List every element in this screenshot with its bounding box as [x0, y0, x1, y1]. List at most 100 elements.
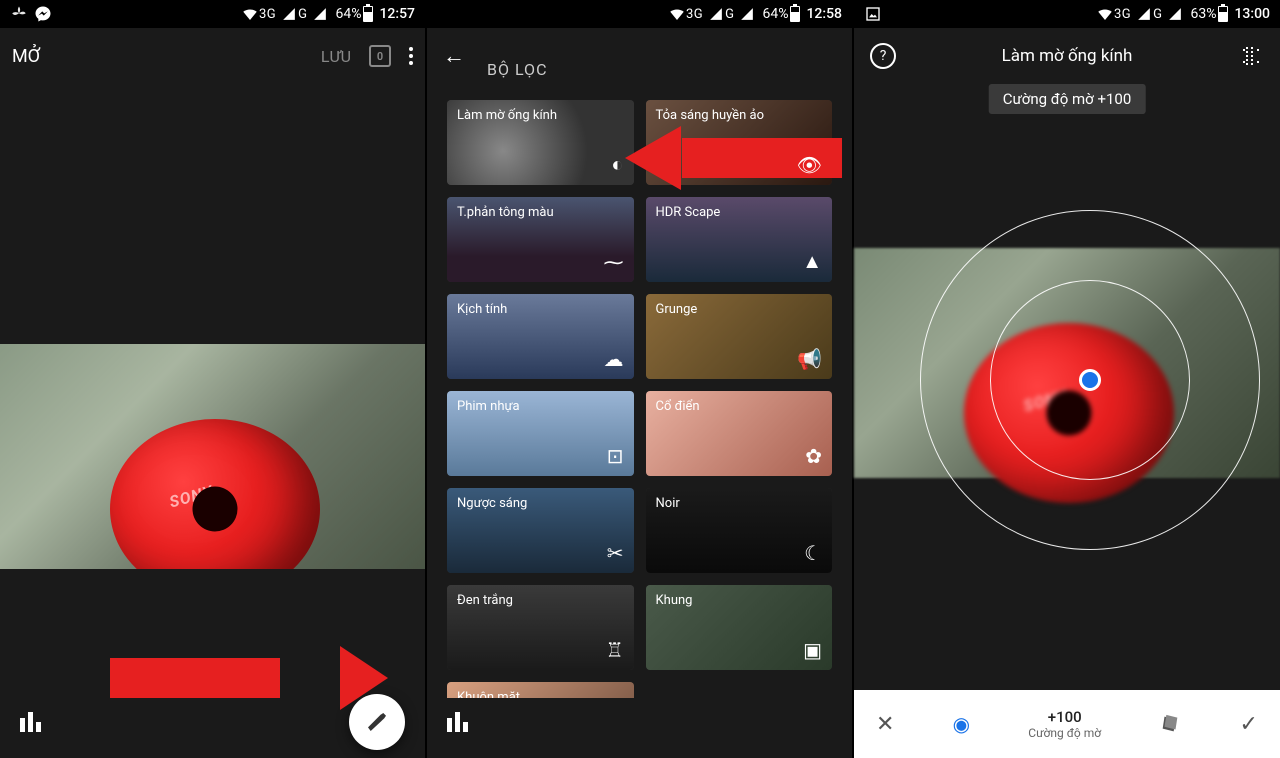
wifi-icon	[241, 5, 259, 23]
filters-heading: BỘ LỌC	[487, 60, 547, 79]
clock: 12:57	[379, 6, 415, 22]
value-label: Cường độ mờ	[1028, 726, 1101, 740]
status-bar: 3G G 64% 12:57	[0, 0, 425, 28]
wifi-icon	[668, 5, 686, 23]
battery-indicator: 64%	[762, 6, 800, 22]
filter-grainy-film[interactable]: Phim nhựa ⊡	[447, 391, 634, 476]
clock: 13:00	[1234, 6, 1270, 22]
filter-black-white[interactable]: Đen trắng ♖	[447, 585, 634, 670]
filter-label: Khung	[656, 593, 693, 608]
filter-glamour-glow[interactable]: Tỏa sáng huyền ảo 👁	[646, 100, 833, 185]
status-bar: 3G G 63% 13:00	[854, 0, 1280, 28]
filter-label: Phim nhựa	[457, 399, 520, 414]
value-display[interactable]: +100 Cường độ mờ	[1028, 708, 1101, 740]
editor-header: ? Làm mờ ống kính	[854, 28, 1280, 84]
signal-icon	[738, 5, 756, 23]
signal-icon	[280, 5, 298, 23]
filter-noir[interactable]: Noir ☾	[646, 488, 833, 573]
help-icon[interactable]: ?	[870, 43, 896, 69]
wifi-icon	[1096, 5, 1114, 23]
style-icon[interactable]	[1159, 713, 1181, 735]
edits-count-badge[interactable]: 0	[369, 45, 391, 67]
intensity-chip: Cường độ mờ +100	[989, 84, 1146, 114]
filter-tonal-contrast[interactable]: T.phản tông màu ⁓	[447, 197, 634, 282]
edit-fab[interactable]	[349, 694, 405, 750]
back-arrow-icon[interactable]: ←	[443, 43, 465, 69]
messenger-icon	[34, 5, 52, 23]
filter-label: T.phản tông màu	[457, 205, 554, 220]
network-g: G	[298, 7, 307, 22]
apply-button[interactable]: ✓	[1240, 712, 1258, 737]
eye-icon: 👁	[797, 153, 822, 177]
pencil-icon	[368, 713, 386, 731]
filter-grunge[interactable]: Grunge 📢	[646, 294, 833, 379]
signal-icon	[1135, 5, 1153, 23]
network-3g: 3G	[1114, 7, 1131, 22]
photo-preview: SONY	[0, 344, 425, 569]
mountain-icon: ▲	[802, 249, 822, 274]
filter-label: Làm mờ ống kính	[457, 108, 557, 123]
filter-lens-blur[interactable]: Làm mờ ống kính ◐	[447, 100, 634, 185]
pulse-icon: ⁓	[604, 250, 624, 274]
signal-icon	[311, 5, 329, 23]
blur-shape-icon[interactable]: ◉	[953, 712, 970, 736]
blur-center-handle[interactable]	[1079, 369, 1101, 391]
aperture-icon: ◐	[611, 152, 623, 177]
filter-hdr-scape[interactable]: HDR Scape ▲	[646, 197, 833, 282]
filter-label: Noir	[656, 496, 680, 511]
bottom-toolbar	[0, 686, 425, 758]
battery-percent: 64%	[335, 6, 361, 22]
megaphone-icon: 📢	[797, 347, 822, 371]
pinwheel-icon	[10, 5, 28, 23]
filter-label: Ngược sáng	[457, 496, 527, 511]
filter-label: Cổ điển	[656, 399, 700, 414]
signal-icon	[1166, 5, 1184, 23]
filter-label: Đen trắng	[457, 593, 513, 608]
filter-label: Grunge	[656, 302, 698, 317]
battery-percent: 64%	[762, 6, 788, 22]
battery-indicator: 63%	[1190, 6, 1228, 22]
network-3g: 3G	[686, 7, 703, 22]
picture-icon	[864, 5, 882, 23]
screen-filters: 3G G 64% 12:58 ← BỘ LỌC Làm mờ ống kính ◐…	[427, 0, 854, 758]
blur-control-overlay[interactable]	[920, 210, 1260, 550]
scissors-icon: ✂	[607, 541, 624, 565]
filter-drama[interactable]: Kịch tính ☁	[447, 294, 634, 379]
editor-title: Làm mờ ống kính	[1002, 46, 1133, 66]
histogram-icon[interactable]	[447, 712, 468, 732]
compare-icon[interactable]	[1240, 44, 1264, 68]
network-g: G	[725, 7, 734, 22]
filter-label: HDR Scape	[656, 205, 721, 220]
filter-retrolux[interactable]: Cổ điển ✿	[646, 391, 833, 476]
save-button[interactable]: LƯU	[321, 47, 351, 66]
film-icon: ⊡	[607, 444, 624, 468]
histogram-icon[interactable]	[20, 712, 41, 732]
open-button[interactable]: MỞ	[12, 46, 40, 67]
filter-label: Tỏa sáng huyền ảo	[656, 108, 765, 123]
filter-label: Khuôn mặt	[457, 690, 520, 698]
app-toolbar: MỞ LƯU 0	[0, 28, 425, 84]
filter-grid: Làm mờ ống kính ◐ Tỏa sáng huyền ảo 👁 T.ph…	[447, 100, 832, 698]
eiffel-icon: ♖	[606, 638, 624, 662]
battery-percent: 63%	[1190, 6, 1216, 22]
editor-bottom-bar: ✕ ◉ +100 Cường độ mờ ✓	[854, 690, 1280, 758]
battery-indicator: 64%	[335, 6, 373, 22]
flower-icon: ✿	[805, 444, 822, 468]
moon-icon: ☾	[804, 541, 822, 565]
filter-label: Kịch tính	[457, 302, 507, 317]
network-g: G	[1153, 7, 1162, 22]
filter-backlit[interactable]: Ngược sáng ✂	[447, 488, 634, 573]
cloud-icon: ☁	[604, 347, 624, 371]
photo-subject: SONY	[110, 419, 320, 569]
clock: 12:58	[806, 6, 842, 22]
screen-lens-blur: 3G G 63% 13:00 ? Làm mờ ống kính Cường đ…	[854, 0, 1280, 758]
network-3g: 3G	[259, 7, 276, 22]
filter-frames[interactable]: Khung ▣	[646, 585, 833, 670]
screen-main: 3G G 64% 12:57 MỞ LƯU 0 SONY	[0, 0, 427, 758]
overflow-menu-icon[interactable]	[409, 47, 413, 65]
status-bar: 3G G 64% 12:58	[427, 0, 852, 28]
cancel-button[interactable]: ✕	[876, 712, 894, 737]
frame-icon: ▣	[803, 638, 822, 662]
value-number: +100	[1028, 708, 1101, 726]
signal-icon	[707, 5, 725, 23]
